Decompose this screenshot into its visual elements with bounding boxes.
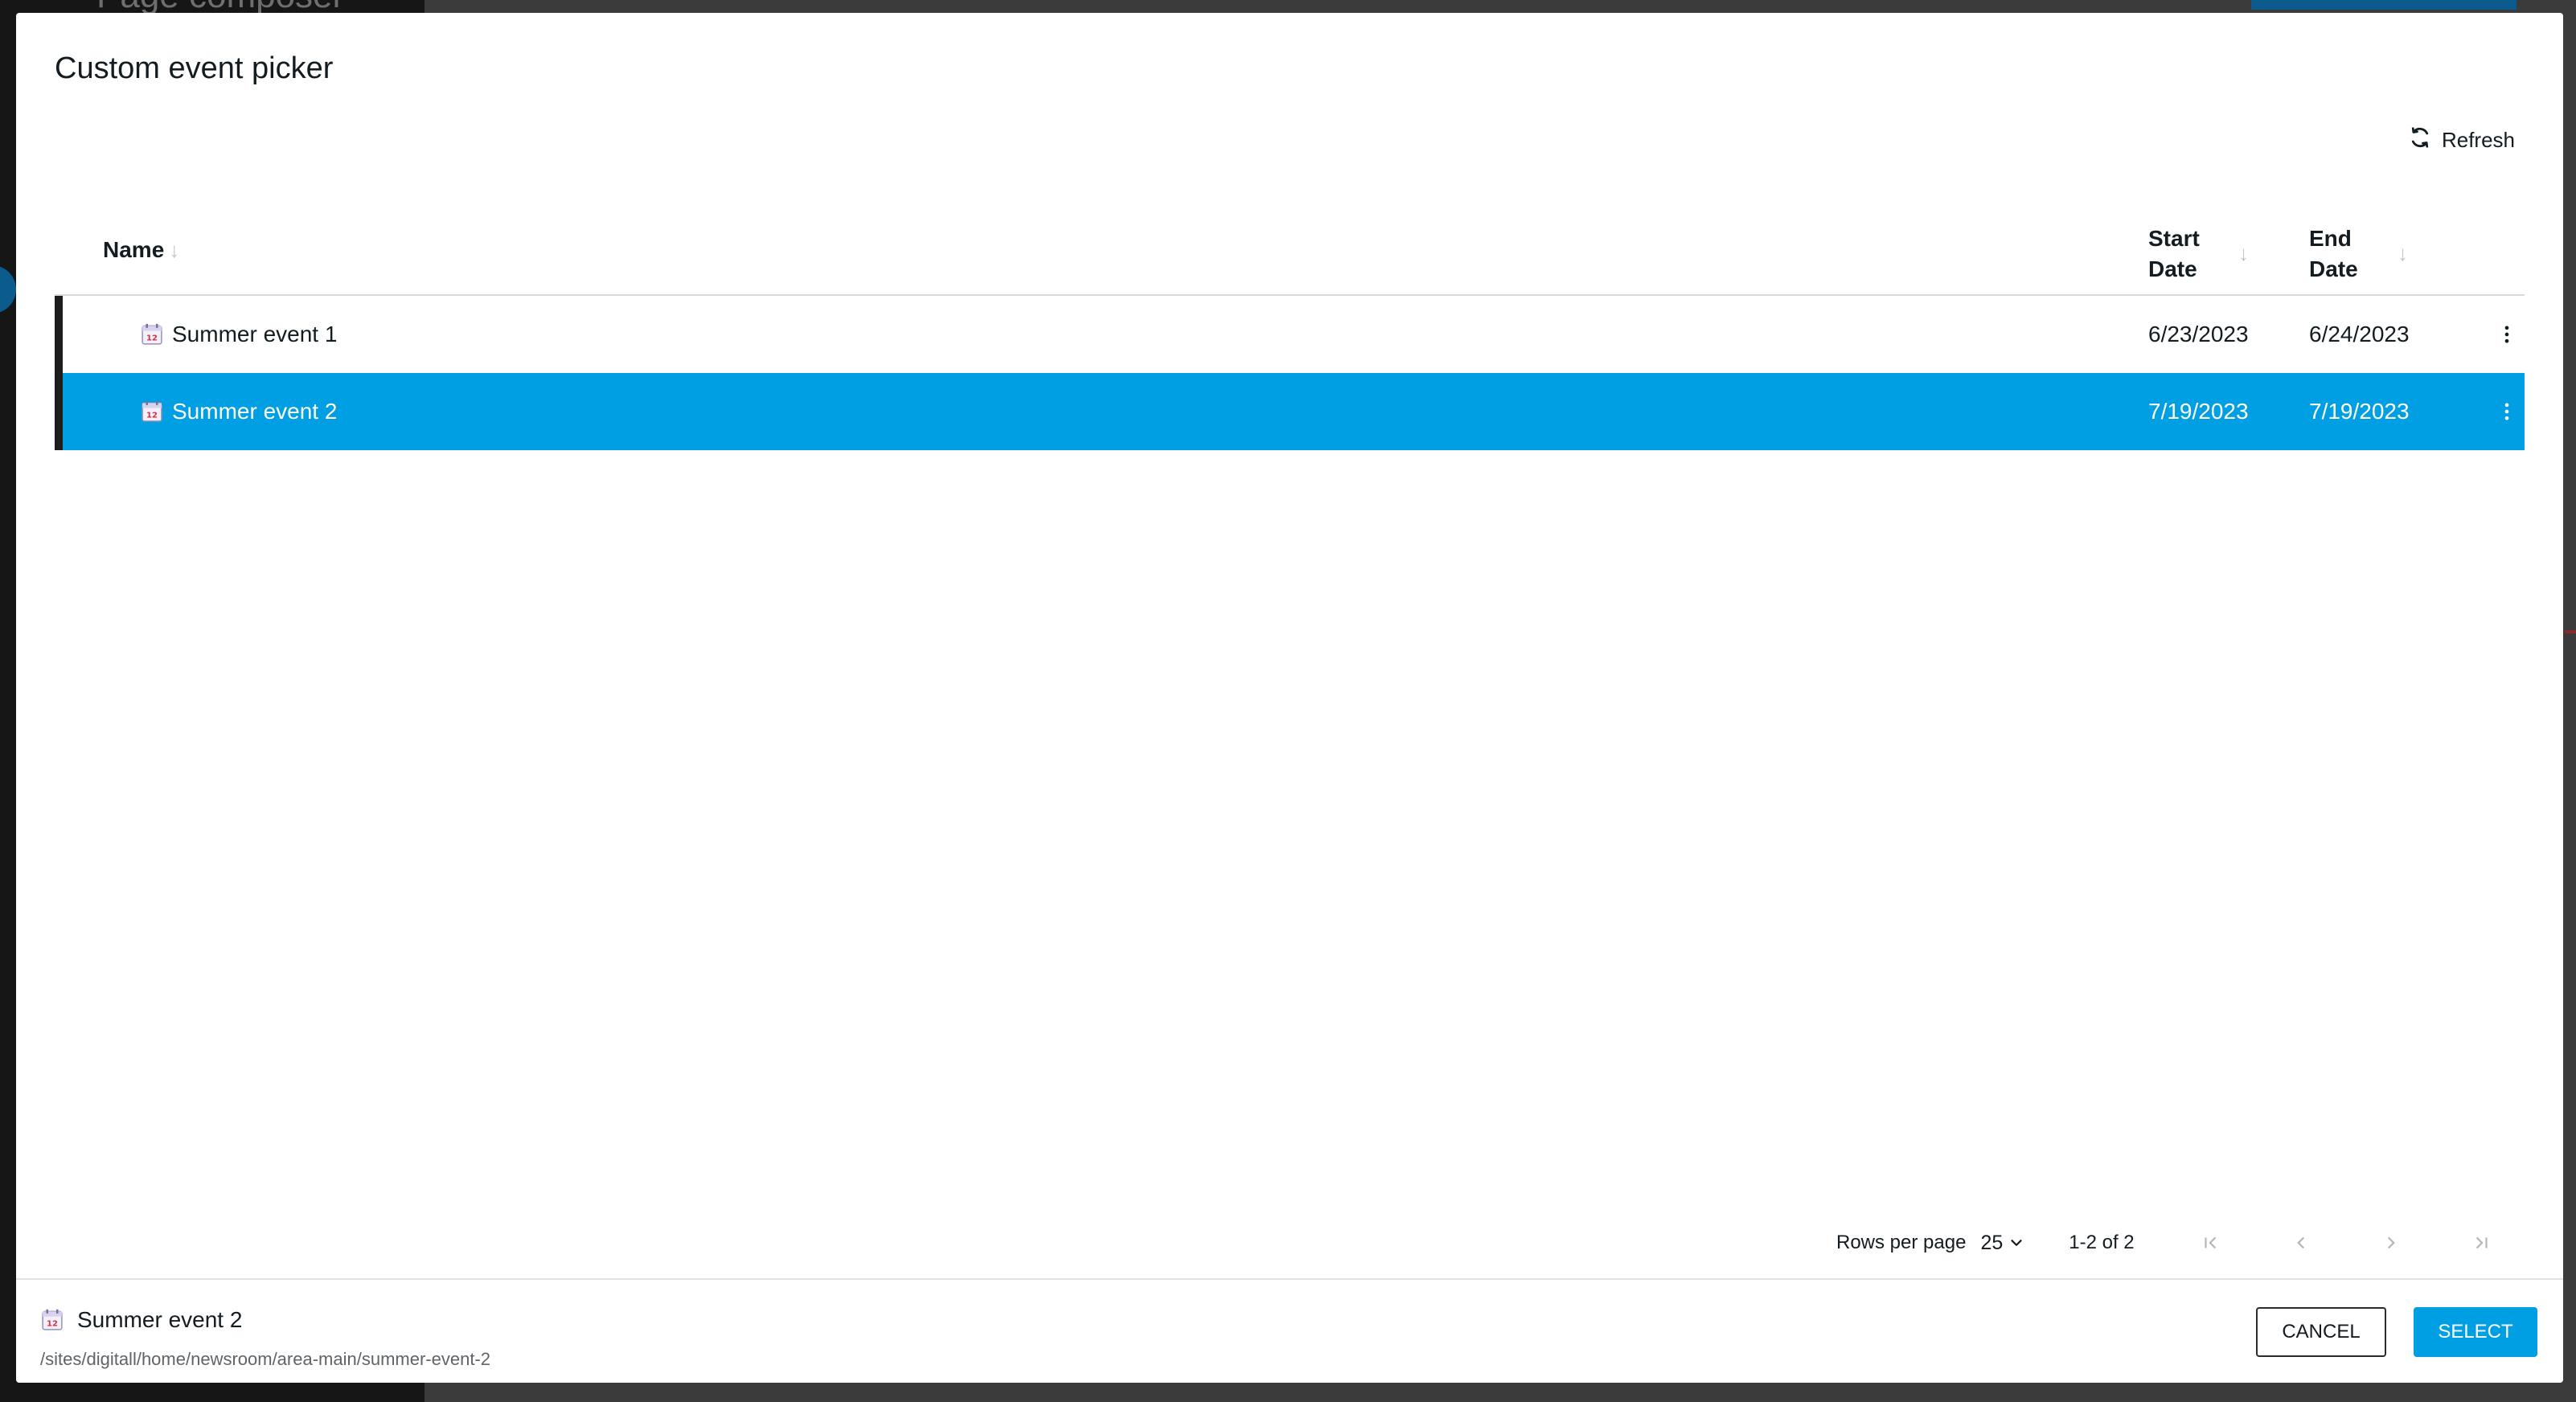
- more-vertical-icon: [2504, 326, 2509, 343]
- row-name-cell: 12 Summer event 1: [140, 296, 337, 373]
- chevron-left-icon: [2296, 1236, 2304, 1249]
- row-name: Summer event 1: [172, 322, 338, 346]
- table-header: Name ↓ Start Date ↓ End Date ↓: [55, 206, 2525, 296]
- custom-event-picker-dialog: Custom event picker Refresh Name ↓ Start…: [16, 13, 2563, 1383]
- row-name: Summer event 2: [172, 399, 338, 424]
- selected-item-name: Summer event 2: [77, 1307, 243, 1332]
- sort-arrow-icon[interactable]: ↓: [2398, 241, 2408, 266]
- select-button[interactable]: SELECT: [2414, 1307, 2537, 1357]
- cancel-button[interactable]: CANCEL: [2256, 1307, 2386, 1357]
- background-button: [2251, 0, 2517, 10]
- svg-text:12: 12: [47, 1320, 58, 1329]
- background-mark: [2565, 630, 2576, 633]
- sort-arrow-icon[interactable]: ↓: [2238, 241, 2249, 266]
- column-header-end-date[interactable]: End Date: [2309, 223, 2373, 285]
- calendar-event-icon: 12: [140, 322, 164, 346]
- column-name-label: Name: [103, 237, 165, 262]
- pagination-range: 1-2 of 2: [2069, 1232, 2135, 1253]
- rows-per-page-label: Rows per page: [1836, 1232, 1967, 1253]
- first-page-button[interactable]: [2191, 1223, 2231, 1263]
- previous-page-button[interactable]: [2281, 1223, 2321, 1263]
- refresh-icon: [2408, 125, 2432, 155]
- sort-arrow-icon: ↓: [169, 238, 180, 262]
- dialog-footer: 12 Summer event 2 /sites/digitall/home/n…: [16, 1278, 2563, 1383]
- refresh-label: Refresh: [2441, 127, 2515, 152]
- row-end-date: 7/19/2023: [2309, 399, 2410, 424]
- last-page-icon: [2476, 1236, 2488, 1249]
- svg-text:12: 12: [146, 412, 158, 420]
- chevron-right-icon: [2387, 1236, 2395, 1249]
- svg-text:12: 12: [146, 334, 158, 343]
- dialog-title: Custom event picker: [55, 51, 334, 85]
- next-page-button[interactable]: [2371, 1223, 2411, 1263]
- table-row-selected[interactable]: 12 Summer event 2 7/19/2023 7/19/2023: [55, 373, 2525, 450]
- calendar-event-icon: 12: [40, 1308, 64, 1332]
- row-end-date: 6/24/2023: [2309, 322, 2410, 346]
- table-pagination: Rows per page 25 1-2 of 2: [1836, 1219, 2501, 1267]
- row-name-cell: 12 Summer event 2: [140, 373, 337, 450]
- row-start-date: 7/19/2023: [2148, 399, 2249, 424]
- rows-per-page-select[interactable]: 25: [1980, 1232, 2025, 1255]
- table-row[interactable]: 12 Summer event 1 6/23/2023 6/24/2023: [55, 296, 2525, 373]
- chevron-down-icon: [2011, 1240, 2022, 1246]
- rows-per-page-value: 25: [1980, 1231, 2004, 1254]
- last-page-button[interactable]: [2461, 1223, 2501, 1263]
- selected-item: 12 Summer event 2: [40, 1307, 242, 1333]
- calendar-event-icon: 12: [140, 400, 164, 424]
- refresh-button[interactable]: Refresh: [2408, 116, 2515, 164]
- more-vertical-icon: [2504, 403, 2509, 420]
- first-page-icon: [2205, 1236, 2216, 1249]
- events-table: Name ↓ Start Date ↓ End Date ↓ 12 Summer…: [55, 206, 2525, 450]
- row-start-date: 6/23/2023: [2148, 322, 2249, 346]
- column-header-start-date[interactable]: Start Date: [2148, 223, 2213, 285]
- column-header-name[interactable]: Name ↓: [103, 235, 179, 265]
- row-more-menu-button[interactable]: [2491, 296, 2523, 373]
- row-more-menu-button[interactable]: [2491, 373, 2523, 450]
- selected-item-path: /sites/digitall/home/newsroom/area-main/…: [40, 1349, 490, 1369]
